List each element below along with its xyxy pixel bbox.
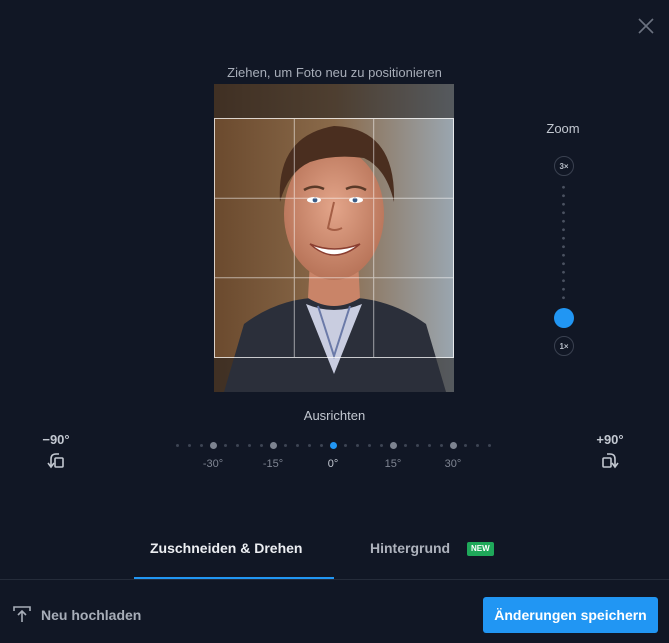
straighten-tick-label-3: 15° (384, 458, 402, 470)
straighten-minor-dot (308, 444, 311, 447)
straighten-minor-dot (380, 444, 383, 447)
rotate-right-icon (600, 451, 620, 474)
rotate-right-button[interactable]: +90° (590, 432, 630, 474)
straighten-minor-dot (404, 444, 407, 447)
straighten-minor-dot (248, 444, 251, 447)
straighten-minor-dot (368, 444, 371, 447)
rotate-right-label: +90° (596, 432, 624, 447)
rotate-left-icon (46, 451, 66, 474)
straighten-minor-dot (476, 444, 479, 447)
tab-background[interactable]: Hintergrund (370, 540, 450, 556)
crop-area[interactable] (214, 118, 454, 358)
zoom-label: Zoom (546, 121, 580, 136)
straighten-minor-dot (224, 444, 227, 447)
drag-hint: Ziehen, um Foto neu zu positionieren (227, 65, 442, 80)
straighten-tick-label-2: 0° (327, 458, 339, 470)
straighten-minor-dot (356, 444, 359, 447)
straighten-tick-4[interactable] (450, 442, 457, 449)
straighten-minor-dot (488, 444, 491, 447)
close-button[interactable] (636, 16, 656, 36)
straighten-minor-dot (428, 444, 431, 447)
straighten-label: Ausrichten (303, 408, 366, 423)
straighten-tick-label-0: -30° (202, 458, 224, 470)
straighten-minor-dot (296, 444, 299, 447)
straighten-minor-dot (188, 444, 191, 447)
straighten-minor-dot (260, 444, 263, 447)
rotate-left-label: −90° (42, 432, 70, 447)
straighten-tick-label-1: -15° (262, 458, 284, 470)
straighten-tick-2[interactable] (330, 442, 337, 449)
straighten-tick-label-4: 30° (444, 458, 462, 470)
zoom-min-button[interactable]: 1× (554, 336, 574, 356)
straighten-ruler[interactable]: -30° -15° 0° 15° 30° (170, 438, 500, 478)
straighten-minor-dot (440, 444, 443, 447)
tab-crop-rotate[interactable]: Zuschneiden & Drehen (150, 540, 302, 556)
straighten-minor-dot (416, 444, 419, 447)
rotate-left-button[interactable]: −90° (36, 432, 76, 474)
zoom-slider-handle[interactable] (554, 308, 574, 328)
straighten-tick-0[interactable] (210, 442, 217, 449)
straighten-tick-3[interactable] (390, 442, 397, 449)
straighten-minor-dot (236, 444, 239, 447)
upload-button[interactable]: Neu hochladen (12, 604, 141, 626)
close-icon (638, 18, 654, 34)
tabs-divider (0, 579, 669, 580)
new-badge: NEW (467, 542, 494, 556)
upload-icon (12, 605, 32, 626)
straighten-minor-dot (320, 444, 323, 447)
straighten-minor-dot (344, 444, 347, 447)
straighten-minor-dot (464, 444, 467, 447)
straighten-tick-1[interactable] (270, 442, 277, 449)
straighten-minor-dot (176, 444, 179, 447)
straighten-minor-dot (200, 444, 203, 447)
upload-label: Neu hochladen (41, 607, 142, 623)
crop-grid (215, 119, 453, 357)
save-changes-button[interactable]: Änderungen speichern (483, 597, 658, 633)
zoom-track[interactable] (562, 183, 565, 303)
zoom-max-button[interactable]: 3× (554, 156, 574, 176)
straighten-minor-dot (284, 444, 287, 447)
